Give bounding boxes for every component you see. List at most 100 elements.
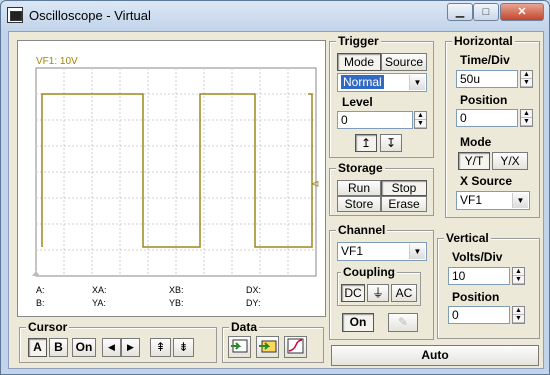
plot-chart-icon — [287, 338, 304, 354]
trigger-level-marker-icon: ⊲ — [311, 179, 319, 190]
readout-a: A: — [36, 285, 45, 295]
coupling-dc-button[interactable]: DC — [341, 284, 365, 302]
close-button[interactable]: ✕ — [500, 3, 544, 21]
x-source-value: VF1 — [460, 193, 483, 207]
data-panel: Data — [222, 320, 324, 363]
x-source-label: X Source — [460, 174, 513, 188]
horizontal-title: Horizontal — [452, 34, 515, 48]
channel-title: Channel — [336, 223, 388, 237]
store-button[interactable]: Store — [337, 196, 381, 212]
cursor-a-button[interactable]: A — [28, 338, 47, 357]
cursor-b-button[interactable]: B — [49, 338, 68, 357]
vertical-title: Vertical — [444, 231, 491, 245]
stop-button[interactable]: Stop — [381, 180, 427, 196]
trigger-title: Trigger — [336, 34, 381, 48]
readout-dy: DY: — [246, 298, 261, 308]
oscilloscope-app-icon — [7, 7, 23, 23]
channel-select[interactable]: VF1 ▼ — [337, 242, 427, 261]
spin-down-icon: ▼ — [415, 120, 426, 128]
oscilloscope-window: Oscilloscope - Virtual ▁ □ ✕ VF1: 10V ⊲ … — [0, 0, 550, 375]
volts-div-input[interactable]: 10 — [448, 267, 510, 285]
readout-xb: XB: — [169, 285, 184, 295]
chevron-down-icon: ▼ — [409, 75, 425, 90]
coupling-ground-button[interactable]: ⏚ — [367, 284, 389, 302]
title-bar: Oscilloscope - Virtual ▁ □ ✕ — [1, 1, 549, 31]
spin-down-icon: ▼ — [521, 118, 532, 126]
save-chart-icon — [259, 340, 277, 353]
scope-display: VF1: 10V ⊲ A: B: XA: YA: XB: YB: DX: DY: — [17, 40, 326, 317]
volts-div-label: Volts/Div — [452, 250, 503, 264]
cursor-left-icon[interactable]: ◀ — [102, 338, 121, 357]
coupling-ac-button[interactable]: AC — [391, 284, 417, 302]
horizontal-position-input[interactable]: 0 — [456, 109, 518, 127]
cursor-down-icon[interactable]: ⇟ — [173, 338, 194, 357]
cursor-title: Cursor — [26, 320, 70, 334]
vertical-position-spinner[interactable]: ▲ ▼ — [512, 306, 525, 324]
probe-pen-icon[interactable]: ✎ — [388, 313, 418, 332]
x-source-select[interactable]: VF1 ▼ — [456, 191, 530, 210]
horizontal-mode-label: Mode — [460, 135, 492, 149]
spin-up-icon: ▲ — [521, 71, 532, 79]
channel-panel: Channel VF1 ▼ Coupling DC ⏚ AC On ✎ — [329, 223, 434, 340]
auto-button[interactable]: Auto — [331, 345, 539, 366]
time-div-spinner[interactable]: ▲ ▼ — [520, 70, 533, 88]
trigger-mode-value: Normal — [341, 75, 384, 89]
readout-ya: YA: — [92, 298, 106, 308]
cursor-panel: Cursor A B On ◀ ▶ ⇞ ⇟ — [19, 320, 217, 363]
run-button[interactable]: Run — [337, 180, 381, 196]
trigger-level-label: Level — [342, 95, 373, 109]
spin-up-icon: ▲ — [513, 268, 524, 276]
storage-title: Storage — [336, 161, 385, 175]
time-div-label: Time/Div — [460, 53, 510, 67]
trigger-level-input[interactable]: 0 — [337, 111, 413, 129]
trigger-mode-select[interactable]: Normal ▼ — [337, 73, 427, 92]
data-title: Data — [229, 320, 260, 334]
falling-edge-button[interactable]: ↧ — [380, 134, 402, 152]
chevron-down-icon: ▼ — [409, 244, 425, 259]
scope-screen[interactable]: ⊲ — [18, 41, 325, 316]
vertical-position-input[interactable]: 0 — [448, 306, 510, 324]
readout-xa: XA: — [92, 285, 107, 295]
export-data-button[interactable] — [228, 336, 251, 358]
maximize-button[interactable]: □ — [473, 3, 499, 21]
trigger-level-spinner[interactable]: ▲ ▼ — [414, 111, 427, 129]
trigger-mode-button[interactable]: Mode — [337, 53, 381, 71]
plot-data-button[interactable] — [284, 336, 307, 358]
horizontal-panel: Horizontal Time/Div 50u ▲ ▼ Position 0 ▲ ▼… — [445, 34, 540, 218]
channel-on-button[interactable]: On — [342, 313, 374, 332]
export-chart-icon — [231, 339, 248, 353]
erase-button[interactable]: Erase — [381, 196, 427, 212]
readout-yb: YB: — [169, 298, 184, 308]
spin-up-icon: ▲ — [513, 307, 524, 315]
save-data-button[interactable] — [256, 336, 279, 358]
chevron-down-icon: ▼ — [512, 193, 528, 208]
cursor-right-icon[interactable]: ▶ — [121, 338, 140, 357]
trigger-panel: Trigger Mode Source Normal ▼ Level 0 ▲ ▼ … — [329, 34, 434, 158]
client-area: VF1: 10V ⊲ A: B: XA: YA: XB: YB: DX: DY:… — [8, 31, 544, 369]
mode-yt-button[interactable]: Y/T — [458, 152, 490, 170]
time-div-input[interactable]: 50u — [456, 70, 518, 88]
readout-b: B: — [36, 298, 45, 308]
vertical-position-label: Position — [452, 290, 500, 304]
minimize-button[interactable]: ▁ — [447, 3, 473, 21]
channel-value: VF1 — [341, 244, 364, 258]
coupling-title: Coupling — [341, 265, 397, 279]
vertical-panel: Vertical Volts/Div 10 ▲ ▼ Position 0 ▲ ▼ — [437, 231, 540, 339]
spin-up-icon: ▲ — [521, 110, 532, 118]
volts-div-spinner[interactable]: ▲ ▼ — [512, 267, 525, 285]
trigger-source-button[interactable]: Source — [381, 53, 427, 71]
cursor-up-icon[interactable]: ⇞ — [150, 338, 171, 357]
coupling-panel: Coupling DC ⏚ AC — [337, 265, 421, 306]
horizontal-position-spinner[interactable]: ▲ ▼ — [520, 109, 533, 127]
readout-dx: DX: — [246, 285, 262, 295]
horizontal-position-label: Position — [460, 93, 508, 107]
spin-down-icon: ▼ — [521, 79, 532, 87]
spin-down-icon: ▼ — [513, 276, 524, 284]
spin-up-icon: ▲ — [415, 112, 426, 120]
window-title: Oscilloscope - Virtual — [29, 8, 151, 23]
rising-edge-button[interactable]: ↥ — [355, 134, 377, 152]
mode-yx-button[interactable]: Y/X — [492, 152, 528, 170]
storage-panel: Storage Run Stop Store Erase — [329, 161, 434, 216]
cursor-on-button[interactable]: On — [72, 338, 96, 357]
spin-down-icon: ▼ — [513, 315, 524, 323]
